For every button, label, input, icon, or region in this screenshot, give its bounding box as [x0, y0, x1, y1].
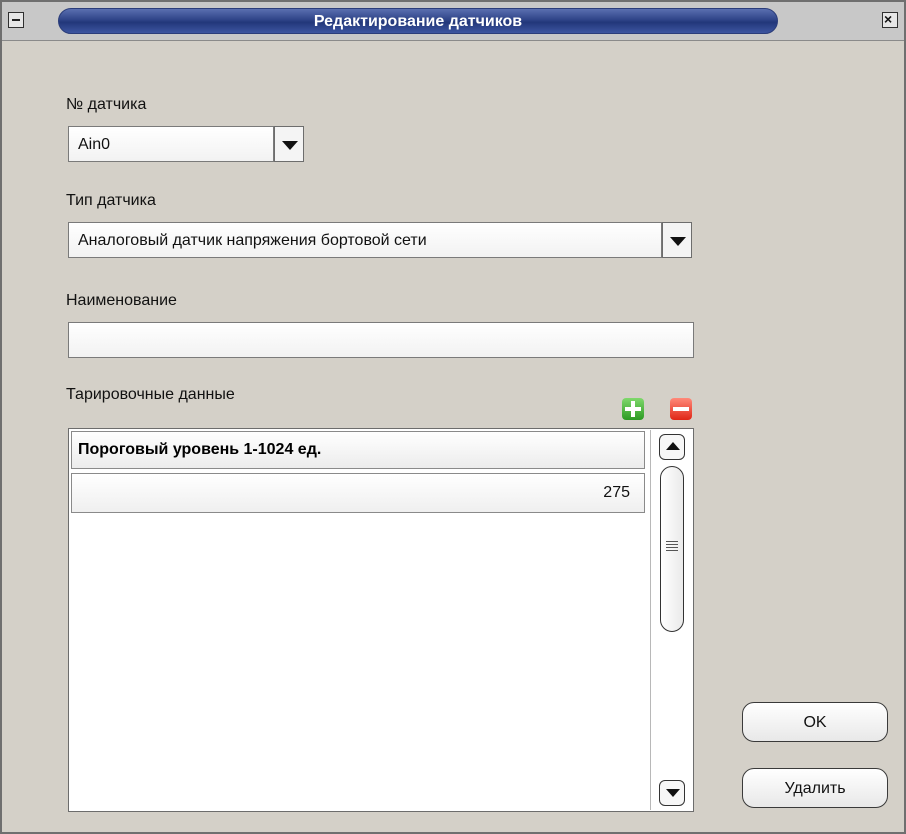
table-header: Пороговый уровень 1-1024 ед.	[71, 431, 645, 469]
plus-icon[interactable]	[622, 398, 644, 420]
scroll-down-button[interactable]	[659, 780, 685, 806]
sensor-type-select[interactable]: Аналоговый датчик напряжения бортовой се…	[68, 222, 662, 258]
delete-button-label: Удалить	[784, 780, 846, 797]
chevron-down-icon	[670, 237, 686, 246]
name-label: Наименование	[66, 292, 177, 309]
sensor-number-value: Ain0	[78, 136, 111, 153]
table-row[interactable]: 275	[71, 473, 645, 513]
sensor-type-value: Аналоговый датчик напряжения бортовой се…	[78, 232, 427, 249]
minus-icon[interactable]	[670, 398, 692, 420]
sensor-number-dropdown-button[interactable]	[274, 126, 304, 162]
column-header: Пороговый уровень 1-1024 ед.	[78, 441, 322, 458]
window-title: Редактирование датчиков	[313, 13, 523, 30]
sensor-edit-window: Редактирование датчиков × № датчика Ain0…	[0, 0, 906, 834]
sensor-type-label: Тип датчика	[66, 192, 156, 209]
title-bar: Редактирование датчиков ×	[2, 2, 904, 41]
close-icon[interactable]: ×	[882, 11, 898, 28]
title-caption: Редактирование датчиков	[58, 8, 778, 34]
ok-button-label: OK	[803, 714, 827, 731]
calibration-table: Пороговый уровень 1-1024 ед. 275	[68, 428, 694, 812]
ok-button[interactable]: OK	[742, 702, 888, 742]
scroll-up-button[interactable]	[659, 434, 685, 460]
sensor-number-label: № датчика	[66, 96, 147, 113]
table-cell: 275	[603, 484, 630, 501]
chevron-down-icon	[282, 141, 298, 150]
delete-button[interactable]: Удалить	[742, 768, 888, 808]
calibration-label: Тарировочные данные	[66, 386, 235, 403]
sensor-number-select[interactable]: Ain0	[68, 126, 274, 162]
chevron-up-icon	[666, 442, 680, 450]
grip-icon	[666, 541, 678, 551]
minimize-icon[interactable]	[8, 12, 24, 28]
scroll-thumb[interactable]	[660, 466, 684, 632]
sensor-type-dropdown-button[interactable]	[662, 222, 692, 258]
vertical-scrollbar[interactable]	[650, 430, 692, 810]
name-input[interactable]	[68, 322, 694, 358]
chevron-down-icon	[666, 789, 680, 797]
